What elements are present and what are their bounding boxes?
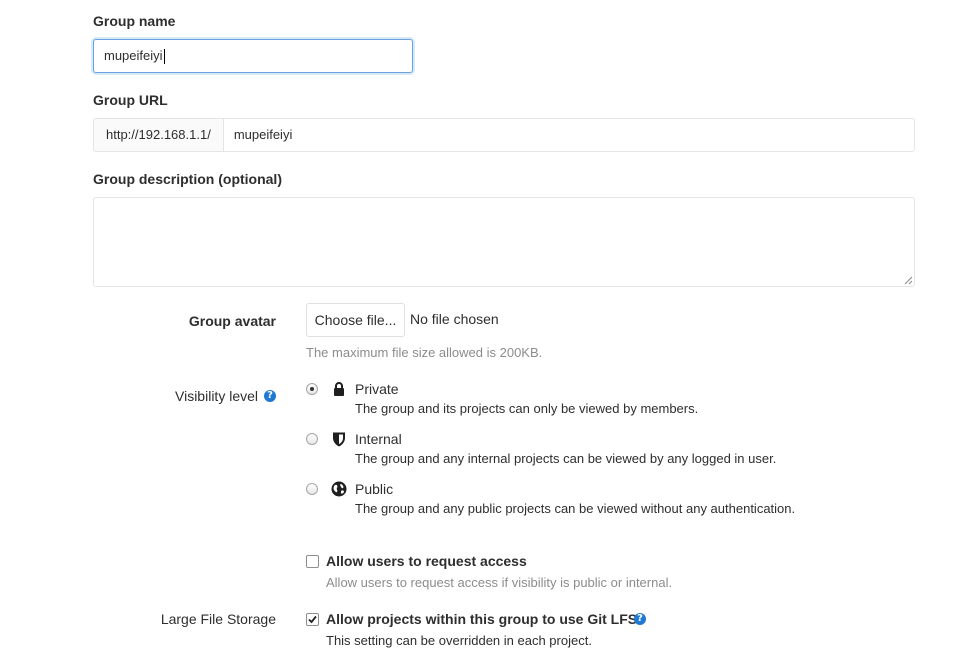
lfs-help-text: This setting can be overridden in each p… bbox=[326, 633, 592, 648]
group-url-field: http://192.168.1.1/ mupeifeiyi bbox=[93, 118, 915, 152]
checkmark-icon bbox=[308, 615, 317, 624]
text-caret bbox=[163, 49, 165, 65]
group-url-prefix: http://192.168.1.1/ bbox=[94, 119, 224, 151]
lock-icon bbox=[334, 382, 344, 396]
request-access-checkbox[interactable] bbox=[306, 555, 319, 568]
lfs-help-icon[interactable]: ? bbox=[634, 613, 646, 625]
group-url-label: Group URL bbox=[93, 92, 168, 108]
visibility-radio-private[interactable] bbox=[306, 383, 318, 395]
group-name-value: mupeifeiyi bbox=[104, 48, 163, 63]
visibility-level-label: Visibility level bbox=[175, 388, 258, 404]
group-description-textarea[interactable] bbox=[93, 197, 915, 287]
new-group-form: Group name mupeifeiyi Group URL http://1… bbox=[0, 0, 974, 658]
request-access-title: Allow users to request access bbox=[326, 553, 527, 569]
visibility-option-desc-private: The group and its projects can only be v… bbox=[355, 401, 699, 416]
visibility-radio-internal[interactable] bbox=[306, 433, 318, 445]
resize-grip-icon[interactable] bbox=[904, 276, 913, 285]
visibility-option-title-private: Private bbox=[355, 381, 399, 397]
choose-file-button[interactable]: Choose file... bbox=[306, 303, 405, 337]
lfs-checkbox[interactable] bbox=[306, 613, 319, 626]
group-description-label: Group description (optional) bbox=[93, 171, 282, 187]
group-name-input[interactable]: mupeifeiyi bbox=[93, 39, 413, 73]
visibility-option-desc-public: The group and any public projects can be… bbox=[355, 501, 796, 516]
request-access-help: Allow users to request access if visibil… bbox=[326, 575, 673, 590]
group-name-label: Group name bbox=[93, 13, 176, 29]
group-avatar-label: Group avatar bbox=[188, 313, 276, 329]
visibility-option-desc-internal: The group and any internal projects can … bbox=[355, 451, 777, 466]
visibility-option-title-public: Public bbox=[355, 481, 394, 497]
file-status: No file chosen bbox=[410, 311, 499, 327]
large-file-storage-label: Large File Storage bbox=[160, 611, 276, 627]
question-circle-icon[interactable]: ? bbox=[264, 390, 276, 402]
visibility-option-title-internal: Internal bbox=[355, 431, 402, 447]
globe-icon bbox=[331, 481, 347, 497]
group-path-input[interactable]: mupeifeiyi bbox=[224, 119, 914, 151]
visibility-radio-public[interactable] bbox=[306, 483, 318, 495]
lfs-title: Allow projects within this group to use … bbox=[326, 611, 638, 627]
shield-icon bbox=[333, 432, 345, 447]
avatar-help-text: The maximum file size allowed is 200KB. bbox=[306, 345, 543, 360]
